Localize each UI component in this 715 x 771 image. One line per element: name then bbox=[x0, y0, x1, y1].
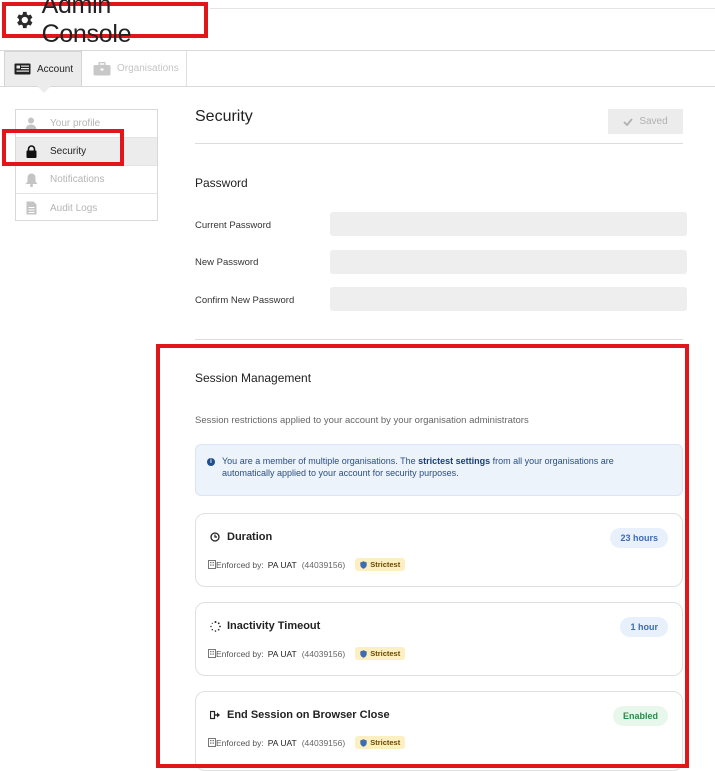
current-password-input[interactable] bbox=[330, 212, 687, 236]
gear-icon bbox=[17, 11, 33, 29]
page-title: Security bbox=[195, 108, 253, 125]
confirm-password-label: Confirm New Password bbox=[195, 295, 295, 306]
sidebar-item-notifications[interactable]: Notifications bbox=[16, 166, 157, 194]
sidebar-item-label: Security bbox=[50, 146, 87, 157]
active-tab-pointer bbox=[37, 86, 51, 93]
session-highlight bbox=[156, 344, 689, 768]
tab-organisations-label: Organisations bbox=[117, 63, 179, 74]
new-password-input[interactable] bbox=[330, 250, 687, 274]
sidebar-item-label: Your profile bbox=[50, 118, 101, 129]
bell-icon bbox=[25, 173, 37, 187]
tab-organisations[interactable]: Organisations bbox=[82, 51, 187, 86]
sidebar-item-your-profile[interactable]: Your profile bbox=[16, 110, 157, 138]
sidebar: Your profile Security Notifications Audi… bbox=[15, 109, 158, 221]
top-bar: Admin Console bbox=[0, 0, 715, 51]
sidebar-item-audit-logs[interactable]: Audit Logs bbox=[16, 194, 157, 222]
divider bbox=[195, 143, 683, 144]
user-icon bbox=[25, 117, 37, 130]
divider bbox=[195, 339, 683, 340]
top-divider bbox=[210, 8, 715, 9]
new-password-label: New Password bbox=[195, 257, 259, 268]
confirm-password-input[interactable] bbox=[330, 287, 687, 311]
tab-bar: Account Organisations bbox=[0, 51, 715, 93]
briefcase-icon bbox=[93, 61, 111, 75]
tab-account[interactable]: Account bbox=[4, 51, 82, 93]
document-icon bbox=[26, 201, 36, 215]
account-card-icon bbox=[14, 63, 31, 75]
sidebar-item-label: Audit Logs bbox=[50, 202, 98, 214]
app-title: Admin Console bbox=[2, 0, 208, 48]
current-password-label: Current Password bbox=[195, 220, 272, 231]
sidebar-item-label: Notifications bbox=[50, 174, 105, 185]
sidebar-item-security[interactable]: Security bbox=[16, 138, 157, 166]
tab-account-label: Account bbox=[37, 63, 74, 75]
saved-button[interactable]: Saved bbox=[608, 109, 683, 134]
app-title-text: Admin Console bbox=[41, 0, 132, 48]
password-heading: Password bbox=[195, 176, 248, 190]
saved-button-label: Saved bbox=[639, 116, 668, 127]
check-icon bbox=[623, 117, 634, 126]
lock-icon bbox=[26, 145, 36, 158]
